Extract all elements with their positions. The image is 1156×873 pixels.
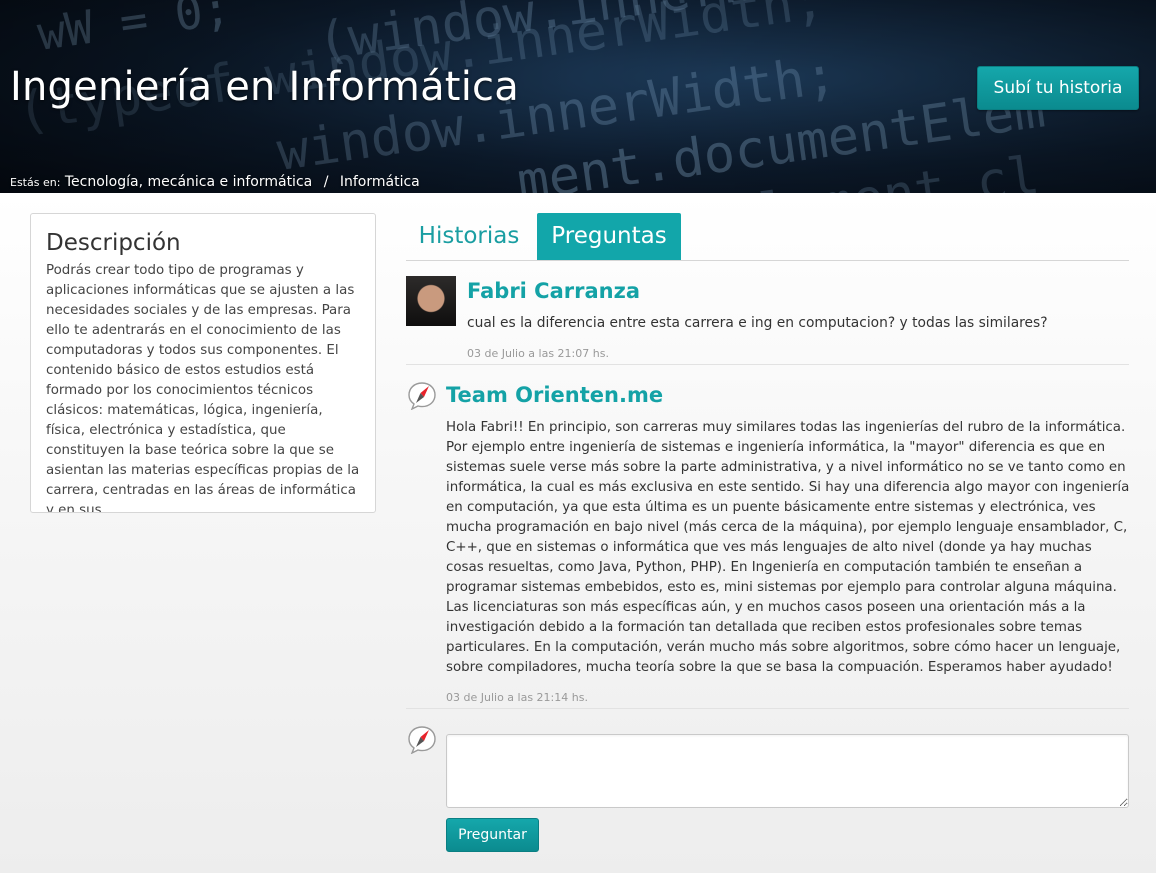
answer-author-name[interactable]: Team Orienten.me bbox=[446, 383, 663, 407]
breadcrumb-item-technology[interactable]: Tecnología, mecánica e informática bbox=[65, 174, 312, 190]
submit-story-button[interactable]: Subí tu historia bbox=[977, 66, 1139, 110]
description-card: Descripción Podrás crear todo tipo de pr… bbox=[30, 213, 376, 513]
tab-historias[interactable]: Historias bbox=[406, 213, 532, 260]
answer-timestamp: 03 de Julio a las 21:14 hs. bbox=[446, 691, 588, 704]
avatar[interactable] bbox=[406, 276, 456, 326]
breadcrumb-item-informatics[interactable]: Informática bbox=[340, 174, 420, 190]
compass-speech-bubble-icon bbox=[408, 382, 436, 410]
question-author-name[interactable]: Fabri Carranza bbox=[467, 279, 640, 303]
compass-speech-bubble-icon bbox=[408, 726, 436, 754]
question-input[interactable] bbox=[446, 734, 1129, 808]
ask-button[interactable]: Preguntar bbox=[446, 818, 539, 852]
breadcrumb-prefix: Estás en: bbox=[10, 176, 61, 189]
divider bbox=[406, 364, 1129, 365]
content-tabs: Historias Preguntas bbox=[406, 213, 1129, 261]
breadcrumb-separator: / bbox=[323, 174, 329, 190]
divider bbox=[406, 708, 1129, 709]
header-banner: wW = 0; (window.innerWi (typeof window.i… bbox=[0, 0, 1156, 193]
breadcrumb: Estás en: Tecnología, mecánica e informá… bbox=[10, 174, 420, 190]
tab-preguntas[interactable]: Preguntas bbox=[537, 213, 681, 260]
page-title: Ingeniería en Informática bbox=[10, 64, 519, 110]
description-text: Podrás crear todo tipo de programas y ap… bbox=[46, 263, 360, 513]
question-timestamp: 03 de Julio a las 21:07 hs. bbox=[467, 347, 609, 360]
question-text: cual es la diferencia entre esta carrera… bbox=[467, 315, 1048, 331]
description-title: Descripción bbox=[46, 230, 181, 256]
answer-text: Hola Fabri!! En principio, son carreras … bbox=[446, 420, 1130, 675]
